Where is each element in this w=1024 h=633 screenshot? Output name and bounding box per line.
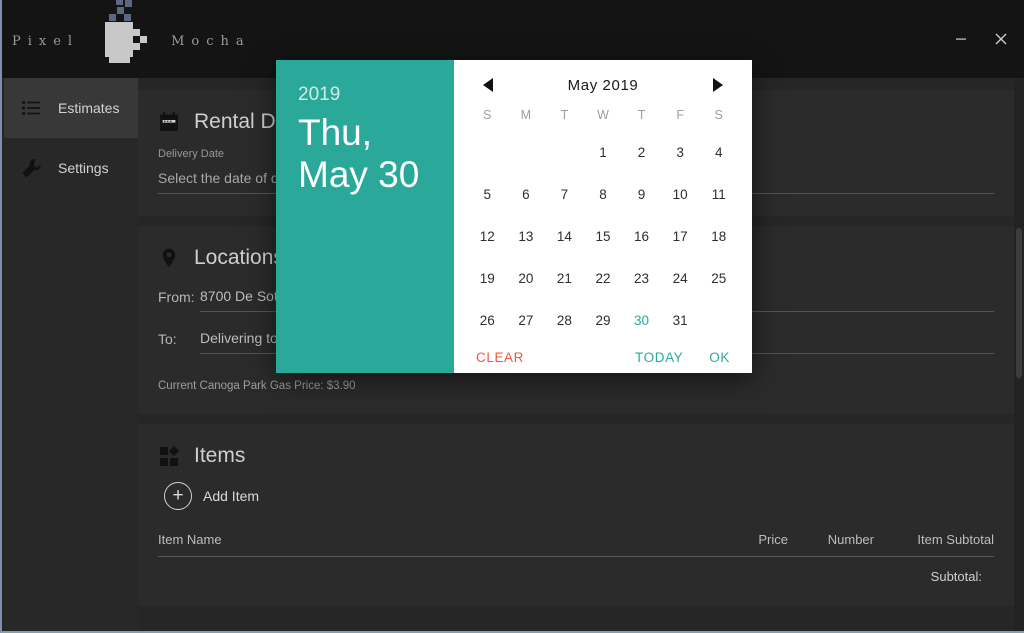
coffee-mug-pixel-icon xyxy=(83,0,161,66)
calendar-day[interactable]: 27 xyxy=(507,300,546,342)
column-header-item-subtotal: Item Subtotal xyxy=(917,532,994,547)
items-table-header: Item Name Price Number Item Subtotal xyxy=(158,532,994,557)
triangle-right-icon[interactable] xyxy=(704,72,730,98)
calendar-day[interactable]: 22 xyxy=(584,258,623,300)
calendar-day[interactable]: 5 xyxy=(468,174,507,216)
date-picker-nav: May 2019 xyxy=(468,72,738,98)
weekday-label: M xyxy=(520,108,532,122)
to-label: To: xyxy=(158,331,177,347)
calendar-day-empty xyxy=(507,132,546,174)
calendar-day[interactable]: 2 xyxy=(622,132,661,174)
brand-text-pixel: Pixel xyxy=(12,33,80,49)
scrollbar-thumb[interactable] xyxy=(1016,228,1022,378)
sidebar: Estimates Settings xyxy=(4,78,138,631)
column-header-price: Price xyxy=(758,532,788,547)
calendar-day-empty xyxy=(468,132,507,174)
date-picker-dialog: 2019 Thu, May 30 May 2019 SMTWTFS 123456… xyxy=(276,60,752,373)
date-picker-day-grid: 1 2 3 4 5 6 7 8 9 10 11 12 13 14 15 16 17 18 19 20 21 22 23 24 2… xyxy=(468,132,738,342)
gas-price-note: Current Canoga Park Gas Price: $3.90 xyxy=(158,380,356,392)
calendar-day[interactable]: 9 xyxy=(622,174,661,216)
calendar-day[interactable]: 23 xyxy=(622,258,661,300)
calendar-day[interactable]: 10 xyxy=(661,174,700,216)
clear-button[interactable]: CLEAR xyxy=(476,350,524,365)
calendar-day[interactable]: 26 xyxy=(468,300,507,342)
items-table: Item Name Price Number Item Subtotal Sub… xyxy=(158,532,994,584)
column-header-item-name: Item Name xyxy=(158,532,222,547)
wrench-icon xyxy=(22,158,42,178)
calendar-day[interactable]: 17 xyxy=(661,216,700,258)
calendar-day[interactable]: 19 xyxy=(468,258,507,300)
date-picker-actions: CLEAR TODAY OK xyxy=(468,342,738,373)
calendar-day-selected[interactable]: 30 xyxy=(622,300,661,342)
weekday-label: F xyxy=(676,108,684,122)
date-picker-year[interactable]: 2019 xyxy=(298,84,432,106)
calendar-day[interactable]: 1 xyxy=(584,132,623,174)
calendar-day[interactable]: 11 xyxy=(699,174,738,216)
calendar-day[interactable]: 3 xyxy=(661,132,700,174)
calendar-day[interactable]: 16 xyxy=(622,216,661,258)
calendar-day[interactable]: 21 xyxy=(545,258,584,300)
locations-title: Locations xyxy=(194,246,284,269)
list-icon xyxy=(22,98,42,118)
sidebar-item-estimates[interactable]: Estimates xyxy=(4,78,138,138)
calendar-day[interactable]: 28 xyxy=(545,300,584,342)
items-header: Items xyxy=(158,444,994,468)
minimize-button[interactable] xyxy=(946,24,976,54)
sidebar-item-settings[interactable]: Settings xyxy=(4,138,138,198)
weekday-label: T xyxy=(560,108,569,122)
weekday-label: S xyxy=(483,108,492,122)
calendar-day[interactable]: 4 xyxy=(699,132,738,174)
application-window: Pixel Mocha Estimates Settings Rental Da… xyxy=(0,0,1024,633)
plus-circle-icon: + xyxy=(164,482,192,510)
calendar-day[interactable]: 13 xyxy=(507,216,546,258)
grid-blocks-icon xyxy=(158,445,180,467)
date-picker-month-title: May 2019 xyxy=(567,76,639,94)
calendar-day[interactable]: 6 xyxy=(507,174,546,216)
calendar-day[interactable]: 29 xyxy=(584,300,623,342)
items-card: Items + Add Item Item Name Price Number … xyxy=(138,424,1014,606)
calendar-day[interactable]: 18 xyxy=(699,216,738,258)
map-pin-icon xyxy=(158,247,180,269)
calendar-day[interactable]: 12 xyxy=(468,216,507,258)
calendar-day[interactable]: 14 xyxy=(545,216,584,258)
brand-logo-group: Pixel Mocha xyxy=(12,0,251,63)
triangle-left-icon[interactable] xyxy=(476,72,502,98)
from-label: From: xyxy=(158,289,195,305)
calendar-day[interactable]: 15 xyxy=(584,216,623,258)
calendar-day[interactable]: 25 xyxy=(699,258,738,300)
calendar-day[interactable]: 31 xyxy=(661,300,700,342)
date-picker-selected-date[interactable]: Thu, May 30 xyxy=(298,112,432,196)
calendar-day[interactable]: 20 xyxy=(507,258,546,300)
items-table-footer: Subtotal: xyxy=(158,557,994,584)
add-item-label: Add Item xyxy=(203,488,260,504)
add-item-button[interactable]: + Add Item xyxy=(164,482,259,510)
calendar-day[interactable]: 7 xyxy=(545,174,584,216)
calendar-icon xyxy=(158,111,180,133)
subtotal-label: Subtotal: xyxy=(930,569,982,584)
date-picker-header-panel: 2019 Thu, May 30 xyxy=(276,60,454,373)
items-title: Items xyxy=(194,444,246,467)
calendar-day[interactable]: 24 xyxy=(661,258,700,300)
window-controls xyxy=(946,24,1016,54)
brand-text-mocha: Mocha xyxy=(171,33,251,49)
weekday-label: W xyxy=(597,108,609,122)
date-picker-selected-monthday: May 30 xyxy=(298,153,420,195)
date-picker-weekday-row: SMTWTFS xyxy=(468,102,738,128)
weekday-label: T xyxy=(637,108,646,122)
close-button[interactable] xyxy=(986,24,1016,54)
calendar-day-empty xyxy=(545,132,584,174)
ok-button[interactable]: OK xyxy=(709,350,730,365)
date-picker-selected-weekday: Thu, xyxy=(298,112,373,153)
weekday-label: S xyxy=(714,108,723,122)
column-header-number: Number xyxy=(827,532,874,547)
sidebar-item-settings-label: Settings xyxy=(58,160,109,176)
date-picker-calendar-panel: May 2019 SMTWTFS 1 2 3 4 5 6 7 8 9 10 11 12 13 14 15 16… xyxy=(454,60,752,373)
today-button[interactable]: TODAY xyxy=(635,350,683,365)
content-scrollbar[interactable] xyxy=(1014,78,1024,631)
sidebar-item-estimates-label: Estimates xyxy=(58,100,120,116)
calendar-day[interactable]: 8 xyxy=(584,174,623,216)
